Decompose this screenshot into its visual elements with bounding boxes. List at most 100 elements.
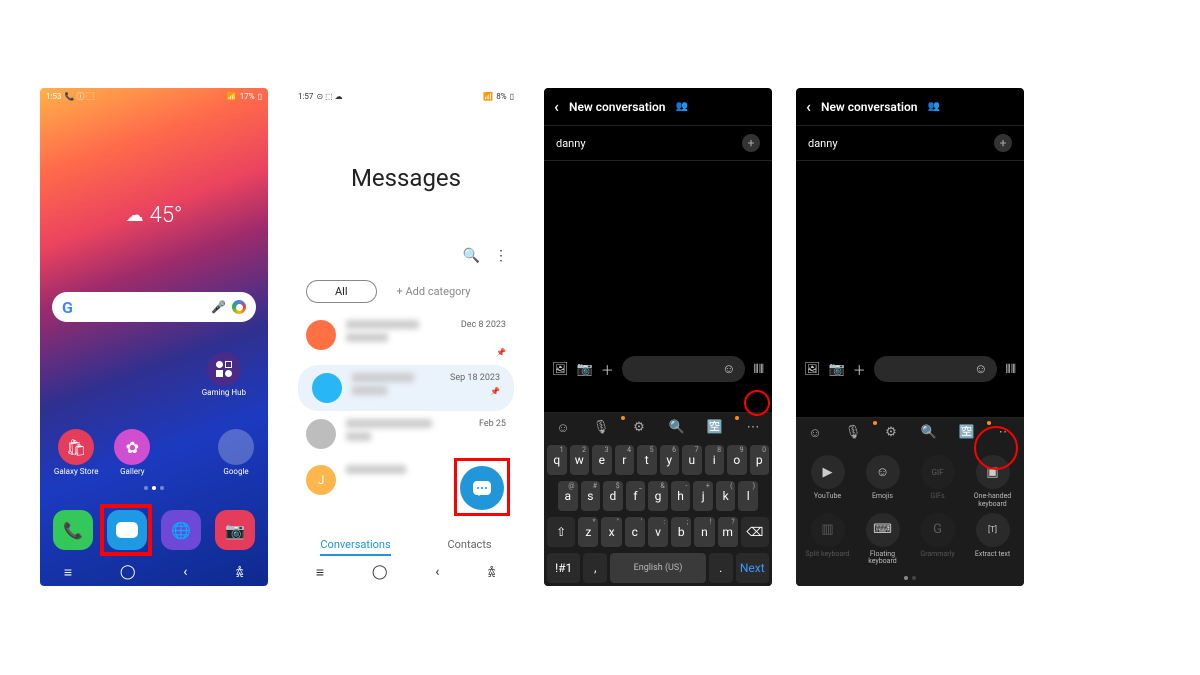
key-c[interactable]: c'	[625, 517, 645, 547]
space-key[interactable]: English (US)	[610, 553, 705, 583]
key-o[interactable]: o9	[727, 445, 747, 475]
phone-home-screen: 1:53📞 ⓘ ⬚ 📶17%▯ ☁ 45° G 🎤 Gaming Hub 🛍Ga…	[40, 88, 268, 586]
comma-key[interactable]: ,	[583, 553, 607, 583]
key-d[interactable]: d$	[603, 481, 623, 511]
more-tools-icon[interactable]: ⋯	[743, 420, 763, 435]
tool-extract-text[interactable]: [T]Extract text	[967, 513, 1018, 566]
key-q[interactable]: q1	[547, 445, 567, 475]
key-n[interactable]: n!	[694, 517, 714, 547]
search-icon[interactable]: 🔍	[463, 248, 480, 264]
message-input[interactable]: ☺	[874, 356, 998, 382]
key-e[interactable]: e3	[592, 445, 612, 475]
backspace-key[interactable]: ⌫	[741, 517, 769, 547]
filter-all-pill[interactable]: All	[306, 280, 377, 303]
nav-recents-icon[interactable]: ≡	[316, 564, 324, 581]
key-w[interactable]: w2	[570, 445, 590, 475]
translate-icon[interactable]: 🈳	[957, 425, 977, 440]
key-b[interactable]: b;	[671, 517, 691, 547]
key-z[interactable]: z*	[578, 517, 598, 547]
gallery-app[interactable]: ✿Gallery	[114, 429, 150, 476]
nav-back-icon[interactable]: ‹	[183, 564, 187, 580]
galaxy-store-app[interactable]: 🛍Galaxy Store	[54, 429, 99, 476]
conversation-item[interactable]: xx Dec 8 2023x📌	[292, 312, 520, 365]
add-category[interactable]: + Add category	[397, 285, 471, 298]
key-h[interactable]: h-	[671, 481, 691, 511]
recipient-row[interactable]: danny +	[544, 126, 772, 161]
key-p[interactable]: p0	[750, 445, 770, 475]
plus-icon[interactable]: ＋	[601, 360, 614, 379]
conversation-item[interactable]: xx Sep 18 2023📌	[298, 365, 514, 411]
gallery-icon[interactable]: 🖼	[552, 362, 569, 377]
mic-icon[interactable]: 🎤	[211, 300, 226, 314]
camera-icon[interactable]: 📷	[577, 362, 593, 377]
camera-icon[interactable]: 📷	[829, 362, 845, 377]
key-s[interactable]: s#	[581, 481, 601, 511]
back-icon[interactable]: ‹	[806, 97, 811, 116]
symbols-key[interactable]: !#1	[547, 553, 580, 583]
back-icon[interactable]: ‹	[554, 97, 559, 116]
key-t[interactable]: t5	[637, 445, 657, 475]
nav-recents-icon[interactable]: ≡	[64, 564, 72, 581]
tool-emojis[interactable]: ☺Emojis	[857, 455, 908, 508]
search-icon[interactable]: 🔍	[919, 425, 939, 440]
internet-app[interactable]: 🌐	[161, 510, 201, 550]
emoji-icon[interactable]: ☺	[805, 425, 825, 441]
nav-home-icon[interactable]: ◯	[372, 564, 388, 580]
next-key[interactable]: Next	[736, 553, 769, 583]
gallery-icon[interactable]: 🖼	[804, 362, 821, 377]
message-input[interactable]: ☺	[622, 356, 746, 382]
camera-app[interactable]: 📷	[215, 510, 255, 550]
settings-icon[interactable]: ⚙	[881, 425, 901, 440]
recipient-row[interactable]: danny +	[796, 126, 1024, 161]
shift-key[interactable]: ⇧	[547, 517, 575, 547]
gaming-hub-app[interactable]: Gaming Hub	[202, 352, 246, 397]
weather-widget[interactable]: ☁ 45°	[126, 203, 183, 228]
key-k[interactable]: k(	[716, 481, 736, 511]
messages-app[interactable]	[107, 510, 147, 550]
add-recipient-icon[interactable]: +	[994, 134, 1012, 152]
key-a[interactable]: a@	[558, 481, 578, 511]
key-l[interactable]: l)	[738, 481, 758, 511]
voice-input-icon[interactable]: 🎙	[843, 425, 863, 440]
emoji-icon[interactable]: ☺	[553, 420, 573, 436]
voice-input-icon[interactable]: 🎙	[591, 420, 611, 435]
google-search-bar[interactable]: G 🎤	[52, 292, 256, 322]
key-m[interactable]: m?	[718, 517, 738, 547]
contacts-icon[interactable]: 👥	[927, 101, 939, 112]
tool-floating-keyboard[interactable]: ⌨Floating keyboard	[857, 513, 908, 566]
emoji-icon[interactable]: ☺	[722, 361, 735, 377]
key-j[interactable]: j+	[693, 481, 713, 511]
translate-icon[interactable]: 🈳	[705, 420, 725, 435]
more-icon[interactable]: ⋮	[494, 248, 508, 264]
key-f[interactable]: f_	[626, 481, 646, 511]
tool-youtube[interactable]: ▶YouTube	[802, 455, 853, 508]
search-icon[interactable]: 🔍	[667, 420, 687, 435]
settings-icon[interactable]: ⚙	[629, 420, 649, 435]
key-y[interactable]: y6	[660, 445, 680, 475]
tool-one-handed-keyboard[interactable]: ▣One-handed keyboard	[967, 455, 1018, 508]
voice-wave-icon[interactable]: ⦀⦀	[1005, 362, 1016, 377]
contacts-icon[interactable]: 👥	[675, 101, 687, 112]
nav-home-icon[interactable]: ◯	[120, 564, 136, 580]
key-i[interactable]: i8	[705, 445, 725, 475]
key-r[interactable]: r4	[615, 445, 635, 475]
nav-accessibility-icon[interactable]: 𖠋	[487, 563, 496, 582]
phone-app[interactable]: 📞	[53, 510, 93, 550]
key-u[interactable]: u7	[682, 445, 702, 475]
nav-accessibility-icon[interactable]: 𖠋	[235, 563, 244, 582]
period-key[interactable]: .	[709, 553, 733, 583]
plus-icon[interactable]: ＋	[853, 360, 866, 379]
key-v[interactable]: v:	[648, 517, 668, 547]
google-lens-icon[interactable]	[232, 300, 246, 314]
add-recipient-icon[interactable]: +	[742, 134, 760, 152]
voice-wave-icon[interactable]: ⦀⦀	[753, 362, 764, 377]
emoji-icon[interactable]: ☺	[974, 361, 987, 377]
key-x[interactable]: x"	[601, 517, 621, 547]
more-tools-icon[interactable]: ⋯	[995, 425, 1015, 440]
tab-conversations[interactable]: Conversations	[320, 538, 390, 556]
conversation-item[interactable]: xx Feb 25	[292, 411, 520, 457]
google-folder[interactable]: Google	[218, 429, 254, 476]
key-g[interactable]: g&	[648, 481, 668, 511]
tab-contacts[interactable]: Contacts	[447, 538, 491, 556]
nav-back-icon[interactable]: ‹	[435, 564, 439, 580]
